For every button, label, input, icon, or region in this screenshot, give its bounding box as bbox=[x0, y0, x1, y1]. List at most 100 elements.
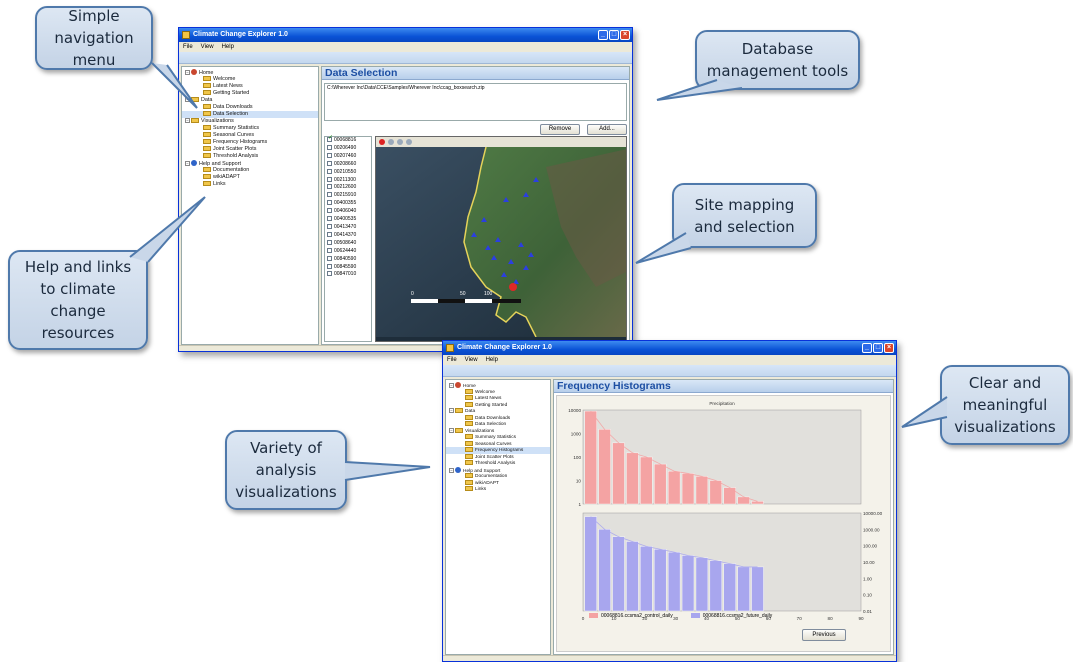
collapse-icon[interactable]: − bbox=[449, 467, 454, 473]
site-list-item[interactable]: 00847010 bbox=[327, 271, 371, 279]
menu-help[interactable]: Help bbox=[486, 355, 498, 365]
collapse-icon[interactable]: − bbox=[185, 118, 190, 123]
add-button[interactable]: Add... bbox=[587, 124, 627, 135]
histogram-bar bbox=[612, 442, 625, 505]
collapse-icon[interactable]: − bbox=[449, 408, 454, 413]
tree-item-data-selection[interactable]: Data Selection bbox=[182, 111, 318, 118]
folder-icon bbox=[465, 401, 473, 407]
data-file-path[interactable]: C:\Wherever Inc\Data\CCE\Samples\Whereve… bbox=[327, 85, 485, 91]
tree-item-home[interactable]: − Home bbox=[182, 69, 318, 76]
site-list-item[interactable]: 00208660 bbox=[327, 160, 371, 169]
tree-item-wikiadapt[interactable]: wikiADAPT bbox=[182, 174, 318, 181]
close-button[interactable]: × bbox=[884, 343, 894, 353]
site-list[interactable]: 0006881600206490002074600020866000210550… bbox=[324, 135, 372, 342]
window-titlebar[interactable]: Climate Change Explorer 1.0 _ □ × bbox=[443, 341, 896, 355]
site-checkbox[interactable] bbox=[327, 255, 332, 261]
site-checkbox[interactable] bbox=[327, 200, 332, 206]
tree-item-latest-news[interactable]: Latest News bbox=[182, 83, 318, 90]
tree-label: Latest News bbox=[213, 83, 243, 89]
tree-item-documentation[interactable]: Documentation bbox=[182, 167, 318, 174]
site-checkbox[interactable] bbox=[327, 184, 332, 190]
site-list-item[interactable]: 00840590 bbox=[327, 255, 371, 264]
site-id: 00624440 bbox=[334, 247, 357, 254]
site-checkbox[interactable] bbox=[327, 263, 332, 269]
site-list-item[interactable]: 00210550 bbox=[327, 168, 371, 177]
minimize-button[interactable]: _ bbox=[862, 343, 872, 353]
tree-item-visualizations[interactable]: − Visualizations bbox=[182, 118, 318, 125]
record-icon[interactable] bbox=[379, 139, 385, 145]
site-checkbox[interactable] bbox=[327, 216, 332, 222]
zoom-in-icon[interactable] bbox=[388, 139, 394, 145]
folder-icon bbox=[191, 118, 199, 123]
site-list-item[interactable]: 00414370 bbox=[327, 231, 371, 240]
site-checkbox[interactable] bbox=[327, 168, 332, 174]
menu-view[interactable]: View bbox=[465, 355, 478, 365]
tree-item-data[interactable]: − Data bbox=[182, 97, 318, 104]
collapse-icon[interactable]: − bbox=[185, 97, 190, 102]
remove-button[interactable]: Remove bbox=[540, 124, 580, 135]
close-button[interactable]: × bbox=[620, 30, 630, 40]
menu-file[interactable]: File bbox=[183, 42, 193, 52]
folder-icon bbox=[203, 90, 211, 95]
tree-item-summary-statistics[interactable]: Summary Statistics bbox=[182, 125, 318, 132]
tree-item-seasonal-curves[interactable]: Seasonal Curves bbox=[182, 132, 318, 139]
site-checkbox[interactable] bbox=[327, 247, 332, 253]
site-list-item[interactable]: 00508640 bbox=[327, 239, 371, 248]
collapse-icon[interactable]: − bbox=[449, 383, 454, 388]
site-list-item[interactable]: 00215910 bbox=[327, 192, 371, 200]
window-titlebar[interactable]: Climate Change Explorer 1.0 _ □ × bbox=[179, 28, 632, 42]
tree-item-joint-scatter-plots[interactable]: Joint Scatter Plots bbox=[182, 146, 318, 153]
site-checkbox[interactable] bbox=[327, 135, 333, 143]
site-checkbox[interactable] bbox=[327, 176, 332, 182]
maximize-button[interactable]: □ bbox=[873, 343, 883, 353]
pan-icon[interactable] bbox=[406, 139, 412, 145]
tree-label: Frequency Histograms bbox=[475, 448, 524, 453]
menu-view[interactable]: View bbox=[201, 42, 214, 52]
tree-label: Welcome bbox=[213, 76, 236, 82]
maximize-button[interactable]: □ bbox=[609, 30, 619, 40]
site-list-item[interactable]: 00206490 bbox=[327, 144, 371, 153]
site-checkbox[interactable] bbox=[327, 239, 332, 245]
tree-item-threshold-analysis[interactable]: Threshold Analysis bbox=[182, 153, 318, 160]
menu-file[interactable]: File bbox=[447, 355, 457, 365]
tree-item-welcome[interactable]: Welcome bbox=[182, 76, 318, 83]
tree-item-links[interactable]: Links bbox=[182, 181, 318, 188]
site-id: 00208660 bbox=[334, 160, 357, 167]
site-list-item[interactable]: 00400535 bbox=[327, 216, 371, 224]
site-list-item[interactable]: 00211300 bbox=[327, 176, 371, 185]
tree-item-help-and-support[interactable]: − Help and Support bbox=[182, 160, 318, 167]
site-list-item[interactable]: 00406040 bbox=[327, 208, 371, 216]
collapse-icon[interactable]: − bbox=[185, 70, 190, 75]
site-list-item[interactable]: 00212600 bbox=[327, 184, 371, 192]
site-checkbox[interactable] bbox=[327, 271, 332, 277]
site-checkbox[interactable] bbox=[327, 144, 332, 150]
site-list-item[interactable]: 00624440 bbox=[327, 247, 371, 256]
site-checkbox[interactable] bbox=[327, 192, 332, 198]
menu-help[interactable]: Help bbox=[222, 42, 234, 52]
tree-label: Documentation bbox=[475, 474, 508, 479]
zoom-out-icon[interactable] bbox=[397, 139, 403, 145]
site-checkbox[interactable] bbox=[327, 208, 332, 214]
site-checkbox[interactable] bbox=[327, 231, 332, 237]
minimize-button[interactable]: _ bbox=[598, 30, 608, 40]
tree-item-frequency-histograms[interactable]: Frequency Histograms bbox=[182, 139, 318, 146]
site-checkbox[interactable] bbox=[327, 152, 332, 158]
site-list-item[interactable]: 00068816 bbox=[327, 135, 371, 145]
site-map[interactable]: 0 50 100 bbox=[375, 136, 627, 342]
previous-button[interactable]: Previous bbox=[802, 629, 846, 641]
site-checkbox[interactable] bbox=[327, 223, 332, 229]
data-file-path-list[interactable]: C:\Wherever Inc\Data\CCE\Samples\Whereve… bbox=[324, 83, 627, 121]
legend-item-future: 00068816.ccsma2_future_daily bbox=[690, 613, 772, 619]
site-checkbox[interactable] bbox=[327, 160, 332, 166]
collapse-icon[interactable]: − bbox=[449, 427, 454, 433]
histogram-bar bbox=[695, 557, 709, 612]
site-list-item[interactable]: 00400355 bbox=[327, 200, 371, 208]
site-list-item[interactable]: 00845590 bbox=[327, 263, 371, 272]
y-tick-label: 1 bbox=[578, 502, 581, 507]
collapse-icon[interactable]: − bbox=[185, 161, 190, 166]
site-list-item[interactable]: 00413470 bbox=[327, 223, 371, 232]
tree-item-getting-started[interactable]: Getting Started bbox=[182, 90, 318, 97]
tree-item-links[interactable]: Links bbox=[446, 486, 550, 493]
site-list-item[interactable]: 00207460 bbox=[327, 152, 371, 161]
tree-item-data-downloads[interactable]: Data Downloads bbox=[182, 104, 318, 111]
